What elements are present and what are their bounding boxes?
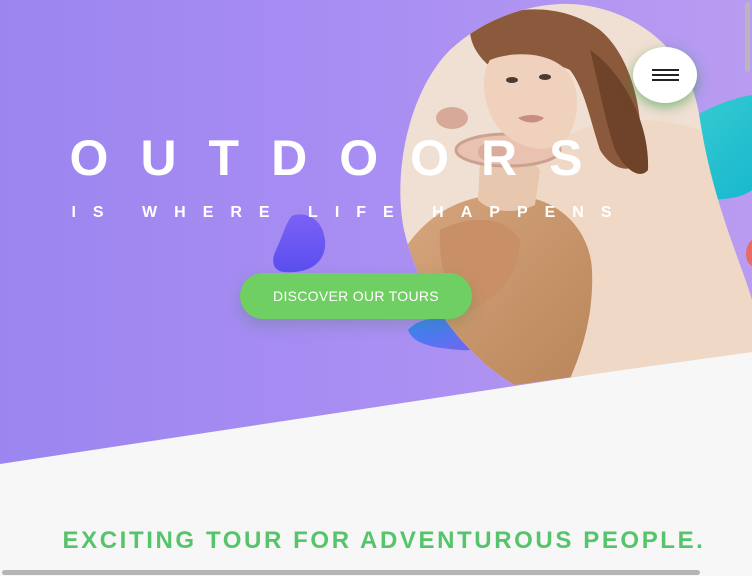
vertical-scrollbar[interactable] [744, 0, 752, 576]
vertical-scrollbar-thumb[interactable] [745, 2, 750, 72]
menu-button[interactable] [633, 47, 697, 103]
hero-subtitle: IS WHERE LIFE HAPPENS [71, 204, 629, 221]
discover-tours-button[interactable]: DISCOVER OUR TOURS [240, 273, 472, 319]
landing-page: OUTDOORS IS WHERE LIFE HAPPENS DISCOVER … [0, 0, 752, 576]
hamburger-menu-icon [652, 69, 679, 81]
horizontal-scrollbar[interactable] [0, 568, 752, 576]
horizontal-scrollbar-thumb[interactable] [2, 570, 700, 575]
section-heading: EXCITING TOUR FOR ADVENTUROUS PEOPLE. [62, 527, 706, 554]
hero-title: OUTDOORS [69, 130, 615, 186]
